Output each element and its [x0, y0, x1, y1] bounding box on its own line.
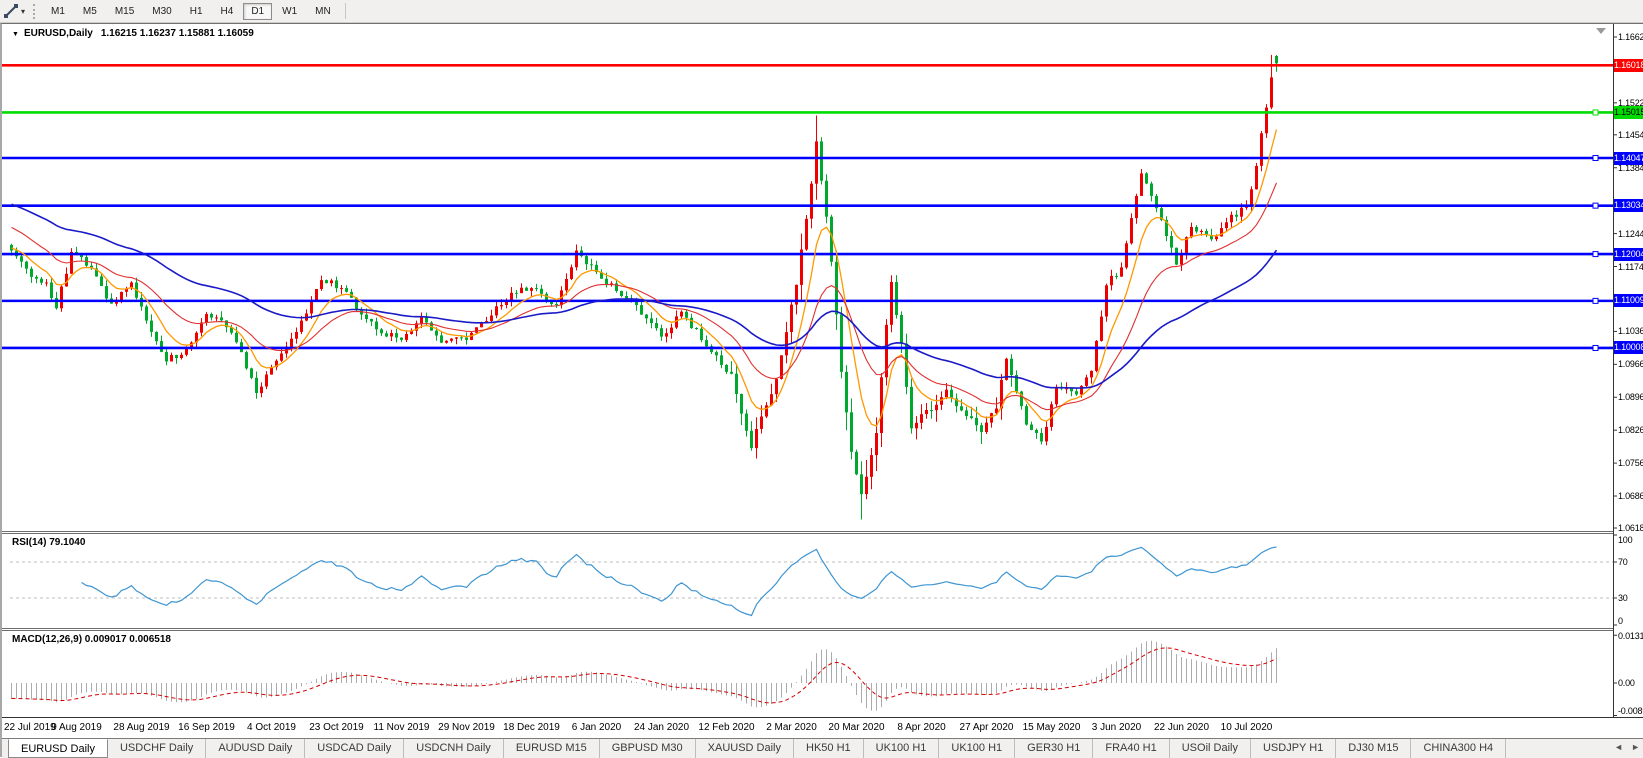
axis-tick-label: 1.10360: [1618, 326, 1643, 336]
axis-tick-label: 1.11740: [1618, 262, 1643, 272]
timeframe-button-m5[interactable]: M5: [75, 3, 105, 20]
toolbar-drag-handle[interactable]: [33, 4, 35, 19]
timeframe-button-m1[interactable]: M1: [43, 3, 73, 20]
timeframe-button-h1[interactable]: H1: [182, 3, 211, 20]
hline-price-badge[interactable]: 1.13034: [1614, 199, 1643, 212]
hline-price-badge[interactable]: 1.10008: [1614, 341, 1643, 354]
time-axis-label: 9 Aug 2019: [45, 722, 109, 733]
axis-tick-label: -0.008933: [1618, 706, 1643, 716]
axis-tick-label: 1.06180: [1618, 523, 1643, 533]
chart-tab-dj30-m15[interactable]: DJ30 M15: [1336, 739, 1411, 758]
hline-price-badge[interactable]: 1.14047: [1614, 152, 1643, 165]
chart-tab-gbpusd-m30[interactable]: GBPUSD M30: [600, 739, 696, 758]
time-axis-label: 2 Mar 2020: [760, 722, 824, 733]
chart-tab-usdjpy-h1[interactable]: USDJPY H1: [1251, 739, 1336, 758]
timeframe-toolbar-buttons: M1M5M15M30H1H4D1W1MN: [42, 3, 340, 20]
time-axis[interactable]: 22 Jul 20199 Aug 201928 Aug 201916 Sep 2…: [2, 718, 1643, 737]
time-axis-label: 16 Sep 2019: [175, 722, 239, 733]
axis-tick-label: 30: [1618, 593, 1628, 603]
candlestick-series: [10, 55, 1278, 520]
time-axis-label: 23 Oct 2019: [305, 722, 369, 733]
chart-tab-bar: EURUSD DailyUSDCHF DailyAUDUSD DailyUSDC…: [2, 738, 1643, 758]
rsi-line: [82, 547, 1277, 616]
time-axis-label: 10 Jul 2020: [1215, 722, 1279, 733]
time-axis-label: 27 Apr 2020: [955, 722, 1019, 733]
time-axis-label: 22 Jun 2020: [1150, 722, 1214, 733]
tab-scroll-right-icon[interactable]: ►: [1631, 742, 1640, 752]
axis-tick-label: 1.16620: [1618, 32, 1643, 42]
axis-tick-label: 100: [1618, 535, 1632, 545]
axis-tick-label: 1.06860: [1618, 491, 1643, 501]
chart-tab-xauusd-daily[interactable]: XAUUSD Daily: [696, 739, 794, 758]
axis-tick-label: 1.08260: [1618, 425, 1643, 435]
chart-tab-uk100-h1[interactable]: UK100 H1: [939, 739, 1015, 758]
toolbar-separator: [345, 3, 346, 19]
tab-scroll-left-icon[interactable]: ◄: [1614, 742, 1623, 752]
timeframe-button-m15[interactable]: M15: [107, 3, 142, 20]
time-axis-label: 24 Jan 2020: [630, 722, 694, 733]
line-studies-icon[interactable]: [2, 3, 20, 19]
chart-shift-marker[interactable]: [1596, 28, 1606, 34]
hline-price-badge[interactable]: 1.15015: [1614, 106, 1643, 119]
axis-tick-label: 0.013121: [1618, 631, 1643, 641]
moving-average-55: [12, 204, 1277, 388]
macd-histogram: [12, 641, 1277, 711]
chart-tab-fra40-h1[interactable]: FRA40 H1: [1093, 739, 1169, 758]
axis-tick-label: 1.12440: [1618, 229, 1643, 239]
time-axis-label: 18 Dec 2019: [500, 722, 564, 733]
axis-tick-label: 1.09660: [1618, 359, 1643, 369]
time-axis-label: 12 Feb 2020: [695, 722, 759, 733]
chart-tab-hk50-h1[interactable]: HK50 H1: [794, 739, 864, 758]
chart-tab-usdcad-daily[interactable]: USDCAD Daily: [305, 739, 404, 758]
axis-tick-label: 0: [1618, 616, 1623, 626]
chart-tab-china300-h4[interactable]: CHINA300 H4: [1411, 739, 1506, 758]
axis-tick-label: 1.14540: [1618, 130, 1643, 140]
time-axis-label: 8 Apr 2020: [890, 722, 954, 733]
axis-tick-label: 0.00: [1618, 678, 1635, 688]
time-axis-label: 28 Aug 2019: [110, 722, 174, 733]
time-axis-label: 15 May 2020: [1020, 722, 1084, 733]
timeframe-button-h4[interactable]: H4: [213, 3, 242, 20]
timeframe-button-mn[interactable]: MN: [307, 3, 339, 20]
horizontal-line-objects[interactable]: [2, 65, 1613, 350]
chart-tab-bar-tabs: EURUSD DailyUSDCHF DailyAUDUSD DailyUSDC…: [8, 739, 1506, 758]
chart-tab-uk100-h1[interactable]: UK100 H1: [864, 739, 940, 758]
line-studies-dropdown-caret[interactable]: ▾: [21, 7, 25, 16]
rsi-indicator-label: RSI(14) 79.1040: [12, 537, 85, 548]
chart-canvas[interactable]: [2, 24, 1643, 737]
time-axis-label: 11 Nov 2019: [370, 722, 434, 733]
chart-ohlc-quote: 1.16215 1.16237 1.15881 1.16059: [101, 28, 254, 39]
time-axis-label: 3 Jun 2020: [1085, 722, 1149, 733]
time-axis-label: 29 Nov 2019: [435, 722, 499, 733]
timeframe-button-m30[interactable]: M30: [144, 3, 179, 20]
chart-tab-eurusd-daily[interactable]: EURUSD Daily: [8, 739, 108, 758]
chart-symbol-period: EURUSD,Daily: [24, 28, 93, 39]
hline-price-badge[interactable]: 1.11009: [1614, 294, 1643, 307]
hline-price-badge[interactable]: 1.16018: [1614, 59, 1643, 72]
time-axis-label: 4 Oct 2019: [240, 722, 304, 733]
time-axis-label: 20 Mar 2020: [825, 722, 889, 733]
chart-window: ▼ EURUSD,Daily 1.16215 1.16237 1.15881 1.1…: [0, 23, 1643, 757]
chart-tab-ger30-h1[interactable]: GER30 H1: [1015, 739, 1093, 758]
timeframe-button-d1[interactable]: D1: [243, 3, 272, 20]
chart-tab-usdchf-daily[interactable]: USDCHF Daily: [108, 739, 206, 758]
time-axis-label: 6 Jan 2020: [565, 722, 629, 733]
chart-title: ▼ EURUSD,Daily 1.16215 1.16237 1.15881 1.1…: [12, 28, 254, 39]
macd-indicator-label: MACD(12,26,9) 0.009017 0.006518: [12, 634, 171, 645]
tab-scroll-arrows: ◄ ►: [1614, 742, 1640, 752]
top-toolbar: ▾ M1M5M15M30H1H4D1W1MN: [0, 0, 1643, 23]
hline-price-badge[interactable]: 1.12004: [1614, 248, 1643, 261]
timeframe-button-w1[interactable]: W1: [274, 3, 305, 20]
axis-tick-label: 1.07560: [1618, 458, 1643, 468]
chart-collapse-icon[interactable]: ▼: [12, 31, 19, 38]
chart-tab-usoil-daily[interactable]: USOil Daily: [1170, 739, 1251, 758]
price-axis[interactable]: 1.166201.152201.145401.138401.124401.117…: [1613, 24, 1643, 737]
chart-tab-audusd-daily[interactable]: AUDUSD Daily: [206, 739, 305, 758]
axis-tick-label: 1.08960: [1618, 392, 1643, 402]
chart-tab-eurusd-m15[interactable]: EURUSD M15: [504, 739, 600, 758]
chart-tab-usdcnh-daily[interactable]: USDCNH Daily: [404, 739, 504, 758]
axis-tick-label: 70: [1618, 557, 1628, 567]
